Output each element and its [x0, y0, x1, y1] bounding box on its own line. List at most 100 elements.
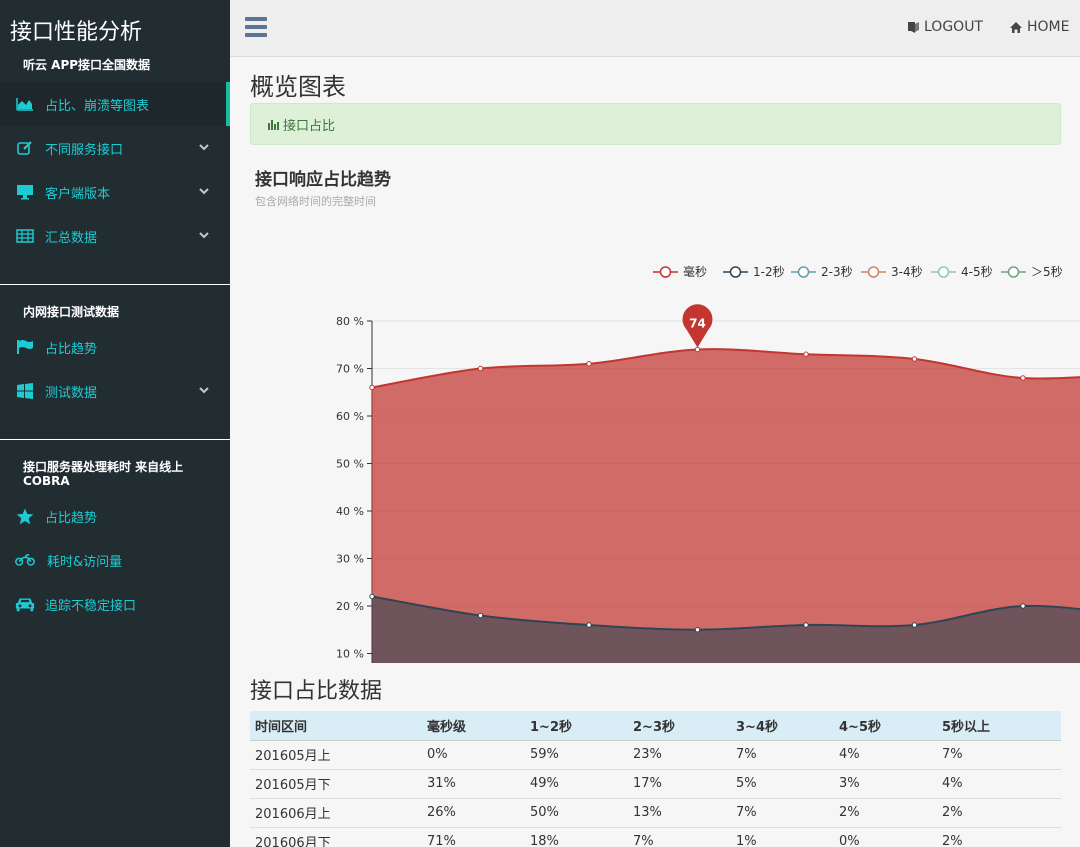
y-tick-label: 10 %: [336, 648, 364, 661]
legend-swatch-circle: [1007, 266, 1020, 278]
legend-swatch-circle: [729, 266, 742, 278]
table-cell: 201606月下: [250, 827, 422, 847]
data-point: [586, 361, 592, 367]
legend-label: ＞5秒: [1031, 265, 1063, 279]
top-navbar: LOGOUT HOME: [230, 0, 1080, 57]
y-tick-label: 60 %: [336, 410, 364, 423]
section-title-tingyun: 听云 APP接口全国数据: [23, 58, 151, 72]
app-brand: 接口性能分析: [10, 20, 143, 45]
sidebar-item-label: 占比趋势: [45, 341, 98, 357]
table-cell: 31%: [422, 769, 525, 799]
main-content: 概览图表 接口占比 接口响应占比趋势 包含网络时间的完整时间 0 %10 %20…: [250, 57, 1080, 663]
data-point: [369, 593, 375, 600]
table-cell: 5%: [731, 769, 834, 799]
data-point: [586, 622, 592, 628]
sidebar-item-label: 耗时&访问量: [47, 554, 123, 570]
data-point: [1020, 603, 1026, 609]
table-icon: [15, 228, 35, 244]
sidebar-item-label: 不同服务接口: [45, 142, 124, 158]
table-cell: 2%: [937, 798, 1061, 828]
table-cell: 4%: [834, 740, 937, 770]
area-chart-icon: [15, 96, 35, 112]
data-point: [477, 365, 484, 372]
sidebar-item-unstable-api[interactable]: 追踪不稳定接口: [0, 582, 230, 626]
table-cell: 201606月上: [250, 798, 422, 828]
sidebar: 接口性能分析 听云 APP接口全国数据 占比、崩溃等图表 不同服务接口 客户端版…: [0, 0, 230, 847]
car-icon: [15, 596, 35, 612]
y-tick-label: 40 %: [336, 505, 364, 518]
table-cell: 3%: [834, 769, 937, 799]
table-cell: 71%: [422, 827, 525, 847]
sidebar-item-charts[interactable]: 占比、崩溃等图表: [0, 82, 230, 126]
sidebar-item-label: 测试数据: [45, 385, 98, 401]
sidebar-divider: [0, 284, 230, 285]
sidebar-item-latency-traffic[interactable]: 耗时&访问量: [0, 538, 230, 582]
max-marker-label: 74: [689, 317, 706, 331]
sidebar-item-trend-intranet[interactable]: 占比趋势: [0, 325, 230, 369]
star-icon: [15, 508, 35, 524]
table-header-cell: 毫秒级: [422, 711, 525, 741]
sidebar-item-label: 追踪不稳定接口: [45, 598, 137, 614]
area-chart[interactable]: 0 %10 %20 %30 %40 %50 %60 %70 %80 %20161…: [250, 153, 1080, 663]
menu-toggle-button[interactable]: [245, 17, 267, 37]
legend-label: 3-4秒: [891, 265, 923, 279]
table-cell: 23%: [628, 740, 731, 770]
home-label: HOME: [1027, 19, 1070, 35]
table-cell: 2%: [834, 798, 937, 828]
data-point: [369, 384, 375, 391]
data-point: [477, 612, 484, 619]
table-cell: 18%: [525, 827, 628, 847]
sidebar-divider: [0, 439, 230, 440]
hamburger-bar: [245, 17, 267, 21]
sidebar-item-services[interactable]: 不同服务接口: [0, 126, 230, 170]
alert-banner: 接口占比: [250, 103, 1061, 145]
table-cell: 7%: [937, 740, 1061, 770]
y-tick-label: 20 %: [336, 600, 364, 613]
data-point: [911, 622, 918, 628]
table-cell: 50%: [525, 798, 628, 828]
legend-swatch-circle: [659, 266, 672, 278]
section-title-cobra: 接口服务器处理耗时 来自线上 COBRA: [23, 460, 184, 488]
hamburger-bar: [245, 25, 267, 29]
hamburger-bar: [245, 33, 267, 37]
sidebar-item-test-data[interactable]: 测试数据: [0, 369, 230, 413]
data-point: [803, 622, 809, 628]
table-cell: 17%: [628, 769, 731, 799]
data-point: [694, 627, 701, 633]
y-tick-label: 30 %: [336, 553, 364, 566]
legend-label: 4-5秒: [961, 265, 993, 279]
data-table: 时间区间 毫秒级 1~2秒 2~3秒 3~4秒 4~5秒 5秒以上 201605…: [250, 711, 1061, 847]
logout-label: LOGOUT: [924, 19, 983, 35]
data-point: [1020, 375, 1026, 381]
sidebar-item-trend-cobra[interactable]: 占比趋势: [0, 494, 230, 538]
desktop-icon: [15, 184, 35, 200]
legend-label: 2-3秒: [821, 265, 853, 279]
legend-swatch-circle: [937, 266, 950, 278]
y-tick-label: 80 %: [336, 315, 364, 328]
flag-icon: [15, 339, 35, 355]
table-cell: 0%: [834, 827, 937, 847]
table-cell: 7%: [731, 740, 834, 770]
y-tick-label: 70 %: [336, 363, 364, 376]
table-row: 201605月下 31% 49% 17% 5% 3% 4%: [250, 769, 1061, 799]
home-link[interactable]: HOME: [1009, 19, 1069, 35]
table-row: 201605月上 0% 59% 23% 7% 4% 7%: [250, 740, 1061, 770]
table-cell: 201605月下: [250, 769, 422, 799]
sidebar-item-client-version[interactable]: 客户端版本: [0, 170, 230, 214]
logout-link[interactable]: LOGOUT: [907, 19, 983, 35]
sidebar-item-summary[interactable]: 汇总数据: [0, 214, 230, 258]
windows-icon: [15, 383, 35, 399]
table-cell: 2%: [937, 827, 1061, 847]
home-icon: [1010, 21, 1022, 33]
motorcycle-icon: [15, 552, 35, 568]
table-cell: 7%: [628, 827, 731, 847]
table-cell: 49%: [525, 769, 628, 799]
legend-swatch-circle: [797, 266, 810, 278]
table-cell: 1%: [731, 827, 834, 847]
data-point: [911, 356, 918, 362]
chevron-down-icon: [199, 144, 209, 151]
table-header-cell: 5秒以上: [937, 711, 1061, 741]
legend-label: 1-2秒: [753, 265, 785, 279]
table-title: 接口占比数据: [250, 679, 383, 704]
logout-icon: [908, 21, 919, 33]
